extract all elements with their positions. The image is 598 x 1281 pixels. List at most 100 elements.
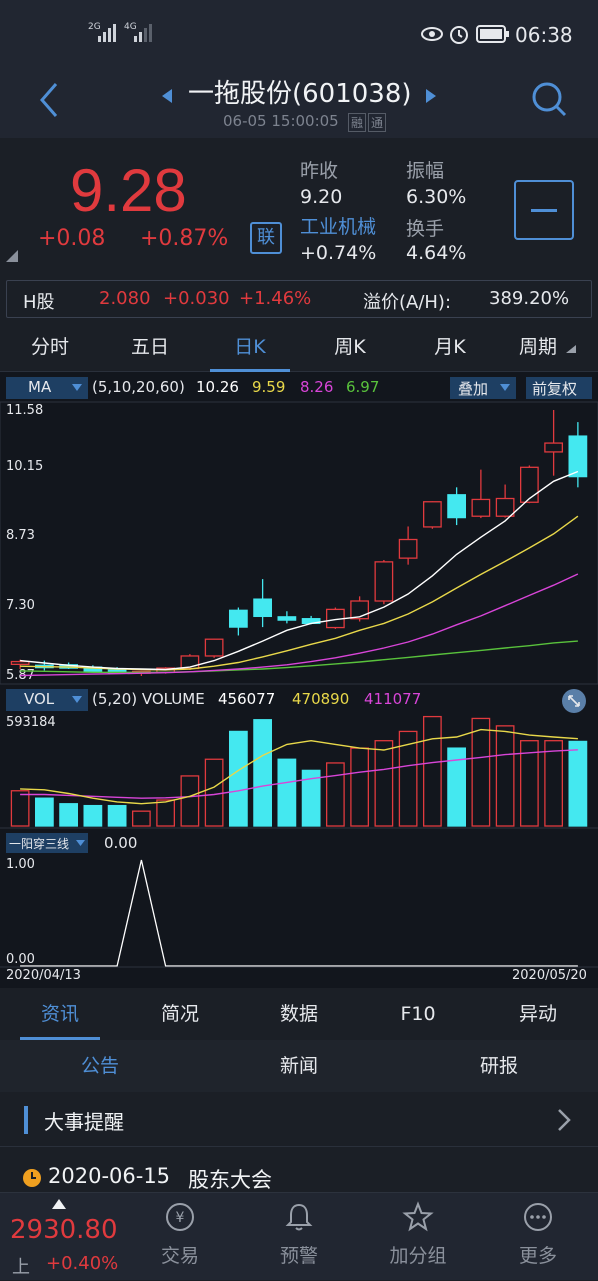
industry-change: +0.74% — [300, 242, 377, 264]
volume-bar — [34, 797, 54, 827]
period-dropdown-icon[interactable] — [566, 345, 576, 353]
industry-link[interactable]: 工业机械 — [300, 212, 376, 239]
quote-panel: 9.28 +0.08 +0.87% 联 昨收 9.20 工业机械 +0.74% … — [0, 138, 598, 272]
volume-bar — [495, 725, 515, 827]
price-panel-frame — [0, 401, 598, 685]
chevron-right-icon[interactable] — [556, 1108, 572, 1132]
current-price: 9.28 — [70, 157, 187, 224]
volume-bar — [422, 715, 442, 827]
h-share-row[interactable]: H股 2.080 +0.030 +1.46% 溢价(A/H): 389.20% — [6, 280, 592, 318]
tab-weekly-k[interactable]: 周K — [310, 324, 390, 372]
turnover-label: 换手 — [406, 218, 445, 240]
kline-chart-area[interactable]: MA (5,10,20,60) 10.26 9.59 8.26 6.97 叠加 … — [0, 372, 598, 988]
tab-f10[interactable]: F10 — [378, 990, 458, 1038]
premium-label: 溢价(A/H): — [363, 292, 452, 313]
kline-svg — [0, 401, 598, 968]
tab-research[interactable]: 研报 — [459, 1040, 539, 1092]
h-share-label: H股 — [23, 292, 55, 313]
ma20-line — [20, 573, 579, 677]
nav-header: 一拖股份(601038) 06-05 15:00:05 融 通 — [0, 70, 598, 138]
nav-more[interactable]: 更多 — [478, 1193, 598, 1281]
more-icon — [524, 1203, 552, 1231]
bell-icon — [285, 1203, 313, 1231]
nav-trade[interactable]: ¥ 交易 — [120, 1193, 240, 1281]
tab-data[interactable]: 数据 — [259, 990, 339, 1038]
turnover-value: 4.64% — [406, 242, 467, 264]
tab-intraday[interactable]: 分时 — [10, 324, 90, 372]
price-change: +0.08 — [38, 226, 106, 251]
tab-anomaly[interactable]: 异动 — [498, 990, 578, 1038]
amplitude-label: 振幅 — [406, 160, 445, 182]
h-share-price: 2.080 — [99, 288, 151, 309]
signal-icon-2 — [134, 24, 152, 42]
connect-badge: 通 — [368, 113, 387, 132]
nav-alert-label: 预警 — [279, 1245, 318, 1267]
period-tabs: 分时 五日 日K 周K 月K 周期 — [0, 324, 598, 372]
tab-announcements[interactable]: 公告 — [60, 1040, 140, 1092]
index-change: +0.40% — [46, 1253, 119, 1274]
candle-body — [204, 638, 224, 657]
volume-bar — [471, 717, 491, 827]
bottom-bar: 2930.80 上 +0.40% ¥ 交易 预警 加分组 更多 — [0, 1192, 598, 1280]
tab-overview[interactable]: 简况 — [140, 990, 220, 1038]
volume-bar — [277, 758, 297, 827]
volume-bar — [59, 803, 79, 827]
volume-bar — [350, 747, 370, 827]
volume-bar — [228, 730, 248, 827]
back-icon[interactable] — [36, 82, 64, 118]
volume-bar — [180, 775, 200, 827]
battery-icon — [476, 25, 509, 43]
remove-watchlist-button[interactable] — [514, 180, 574, 240]
trade-icon: ¥ — [166, 1203, 194, 1231]
clock: 06:38 — [515, 23, 573, 47]
next-stock-icon[interactable] — [424, 88, 438, 104]
volume-bar — [253, 719, 273, 827]
h-share-change: +0.030 — [163, 288, 230, 309]
prev-stock-icon[interactable] — [160, 88, 174, 104]
tab-period[interactable]: 周期 — [506, 324, 570, 372]
tab-daily-k[interactable]: 日K — [210, 324, 290, 372]
search-icon[interactable] — [530, 80, 568, 118]
index-value[interactable]: 2930.80 — [10, 1215, 118, 1245]
corner-marker-icon — [6, 250, 18, 262]
index-up-arrow-icon — [52, 1199, 66, 1209]
volume-ma5-line — [20, 728, 578, 805]
svg-text:¥: ¥ — [176, 1210, 185, 1226]
quote-timestamp: 06-05 15:00:05 — [223, 112, 339, 130]
volume-bar — [544, 740, 564, 827]
candle-body — [228, 609, 248, 628]
volume-bar — [156, 799, 176, 827]
candle-body — [568, 435, 588, 478]
premium-value: 389.20% — [489, 288, 570, 309]
divider — [0, 1146, 598, 1147]
candle-body — [10, 660, 30, 666]
index-market: 上 — [12, 1257, 30, 1278]
volume-bar — [568, 740, 588, 827]
candle-body — [519, 466, 539, 503]
events-title: 大事提醒 — [44, 1110, 124, 1134]
tab-news-info[interactable]: 资讯 — [20, 990, 100, 1040]
event-name[interactable]: 股东大会 — [188, 1164, 272, 1194]
signal-icon — [98, 24, 116, 42]
linked-badge[interactable]: 联 — [250, 222, 282, 254]
alarm-icon — [450, 26, 468, 44]
volume-bar — [83, 804, 103, 827]
clock-icon — [23, 1169, 41, 1187]
events-section: 大事提醒 2020-06-15 股东大会 — [0, 1092, 598, 1192]
nav-alert[interactable]: 预警 — [239, 1193, 359, 1281]
tab-monthly-k[interactable]: 月K — [410, 324, 490, 372]
event-date: 2020-06-15 — [48, 1164, 171, 1188]
candle-body — [422, 501, 442, 528]
section-marker — [24, 1106, 28, 1134]
nav-add-group[interactable]: 加分组 — [358, 1193, 478, 1281]
prev-close-value: 9.20 — [300, 186, 343, 208]
candle-body — [471, 498, 491, 517]
volume-bar — [374, 740, 394, 827]
candle-body — [277, 616, 297, 621]
ma10-line — [20, 515, 579, 671]
tab-news[interactable]: 新闻 — [259, 1040, 339, 1092]
nav-add-group-label: 加分组 — [389, 1245, 447, 1267]
stock-title: 一拖股份(601038) — [188, 79, 412, 109]
tab-five-day[interactable]: 五日 — [110, 324, 190, 372]
star-icon — [402, 1201, 434, 1232]
